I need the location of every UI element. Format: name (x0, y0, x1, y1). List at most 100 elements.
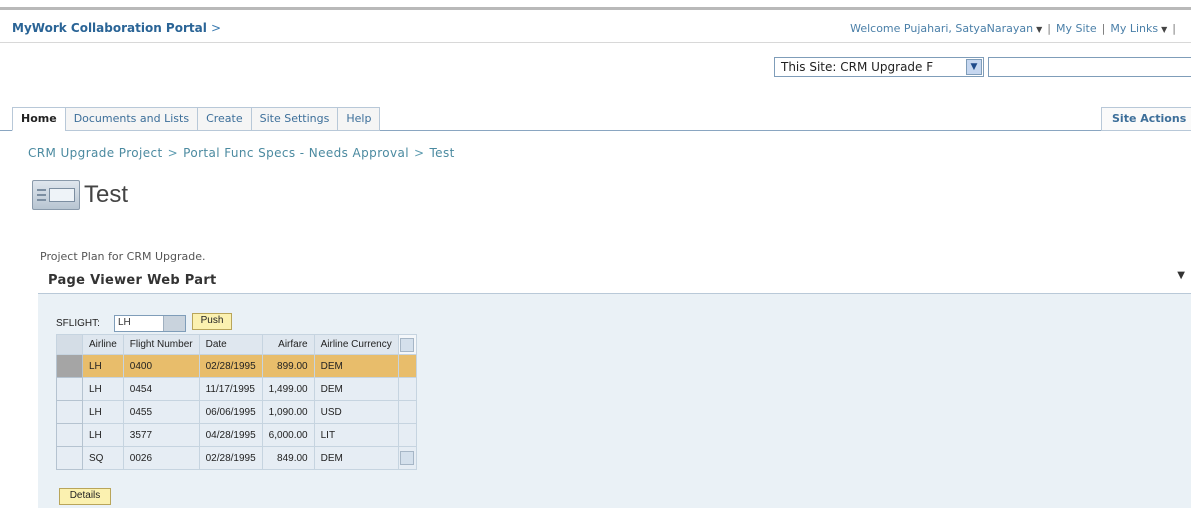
portal-brand-link[interactable]: MyWork Collaboration Portal > (12, 21, 221, 35)
breadcrumb-item[interactable]: CRM Upgrade Project (28, 146, 163, 160)
cell-airline: LH (82, 423, 124, 447)
page-icon-window (49, 188, 75, 202)
row-selector[interactable] (56, 423, 83, 447)
my-links-menu[interactable]: My Links ▼ (1110, 22, 1167, 35)
cell-airline: LH (82, 377, 124, 401)
cell-currency: DEM (313, 377, 399, 401)
cell-date: 04/28/1995 (198, 423, 263, 447)
cell-date: 02/28/1995 (198, 446, 263, 470)
breadcrumb-current: Test (429, 146, 455, 160)
sflight-label: SFLIGHT: (56, 318, 100, 329)
separator: | (1101, 22, 1106, 35)
cell-airfare: 1,090.00 (261, 400, 315, 424)
search-row: This Site: CRM Upgrade F ▼ (0, 44, 1191, 104)
flight-table: Airline Flight Number Date Airfare Airli… (56, 334, 417, 470)
site-actions-menu[interactable]: Site Actions (1101, 107, 1191, 131)
search-scope-value: This Site: CRM Upgrade F (781, 60, 934, 74)
separator: | (1047, 22, 1052, 35)
scrollbar-track[interactable] (397, 400, 417, 424)
page-description: Project Plan for CRM Upgrade. (40, 250, 206, 263)
cell-airline: SQ (82, 446, 124, 470)
table-row[interactable]: LH 3577 04/28/1995 6,000.00 LIT (56, 423, 417, 447)
column-header-flight-number[interactable]: Flight Number (122, 334, 200, 355)
row-selector[interactable] (56, 354, 83, 378)
breadcrumb-item[interactable]: Portal Func Specs - Needs Approval (183, 146, 409, 160)
scroll-up-button[interactable] (400, 337, 415, 352)
cell-flight-number: 0454 (122, 377, 200, 401)
user-menu-area: Welcome Pujahari, SatyaNarayan ▼ | My Site |… (850, 22, 1181, 35)
details-button[interactable]: Details (59, 488, 111, 505)
breadcrumb-separator: > (167, 146, 179, 160)
row-selector[interactable] (56, 400, 83, 424)
welcome-user-menu[interactable]: Welcome Pujahari, SatyaNarayan ▼ (850, 22, 1042, 35)
push-button[interactable]: Push (192, 313, 232, 330)
page-icon (32, 180, 80, 210)
brand-arrow: > (211, 21, 222, 35)
scrollbar-bottom[interactable] (397, 446, 417, 470)
scrollbar-top[interactable] (397, 334, 417, 355)
tab-documents-and-lists[interactable]: Documents and Lists (64, 107, 198, 131)
tab-home[interactable]: Home (12, 107, 65, 131)
column-header-airfare[interactable]: Airfare (261, 334, 315, 355)
web-part-title: Page Viewer Web Part (48, 273, 217, 288)
portal-header: MyWork Collaboration Portal > Welcome Pu… (0, 13, 1191, 43)
my-links-label: My Links (1110, 22, 1159, 35)
table-row[interactable]: LH 0454 11/17/1995 1,499.00 DEM (56, 377, 417, 401)
cell-currency: USD (313, 400, 399, 424)
cell-currency: LIT (313, 423, 399, 447)
column-header-airline[interactable]: Airline (82, 334, 124, 355)
portal-brand-label: MyWork Collaboration Portal (12, 21, 207, 35)
cell-airfare: 1,499.00 (261, 377, 315, 401)
cell-date: 11/17/1995 (198, 377, 263, 401)
chevron-down-icon[interactable]: ▼ (966, 59, 982, 75)
my-site-link[interactable]: My Site (1056, 22, 1097, 35)
tab-help[interactable]: Help (337, 107, 381, 131)
cell-flight-number: 0026 (122, 446, 200, 470)
row-selector[interactable] (56, 446, 83, 470)
search-input[interactable] (988, 57, 1191, 77)
breadcrumb-separator: > (414, 146, 425, 160)
web-part-menu-icon[interactable]: ▼ (1177, 270, 1185, 281)
scroll-down-button[interactable] (400, 451, 415, 465)
page-title: Test (84, 181, 129, 208)
page-viewer-web-part: Page Viewer Web Part ▼ SFLIGHT: LH Push … (38, 268, 1191, 508)
page-icon-line (37, 199, 46, 201)
separator: | (1172, 22, 1176, 35)
breadcrumb: CRM Upgrade Project > Portal Func Specs - … (28, 146, 455, 160)
cell-date: 06/06/1995 (198, 400, 263, 424)
table-header-row: Airline Flight Number Date Airfare Airli… (56, 334, 417, 355)
tab-create[interactable]: Create (197, 107, 251, 131)
sflight-input[interactable]: LH (114, 315, 186, 332)
cell-flight-number: 0400 (122, 354, 200, 378)
row-selector[interactable] (56, 377, 83, 401)
search-scope-select[interactable]: This Site: CRM Upgrade F ▼ (774, 57, 984, 77)
cell-flight-number: 3577 (122, 423, 200, 447)
scrollbar-track[interactable] (397, 354, 417, 378)
chevron-down-icon: ▼ (1036, 24, 1043, 34)
column-header-date[interactable]: Date (198, 334, 263, 355)
column-header-airline-currency[interactable]: Airline Currency (313, 334, 399, 355)
sflight-value: LH (118, 317, 131, 328)
top-strip (0, 0, 1191, 10)
cell-currency: DEM (313, 354, 399, 378)
cell-flight-number: 0455 (122, 400, 200, 424)
cell-airline: LH (82, 400, 124, 424)
cell-currency: DEM (313, 446, 399, 470)
tab-site-settings[interactable]: Site Settings (250, 107, 338, 131)
top-nav-bar: Home Documents and Lists Create Site Set… (0, 107, 1191, 131)
web-part-body: SFLIGHT: LH Push Airline Flight Number D… (38, 294, 1191, 508)
cell-airfare: 899.00 (261, 354, 315, 378)
page-icon-line (37, 194, 46, 196)
scrollbar-track[interactable] (397, 423, 417, 447)
select-all-cell[interactable] (56, 334, 83, 355)
table-row[interactable]: LH 0400 02/28/1995 899.00 DEM (56, 354, 417, 378)
table-row[interactable]: LH 0455 06/06/1995 1,090.00 USD (56, 400, 417, 424)
nav-tabs: Home Documents and Lists Create Site Set… (12, 107, 381, 131)
cell-airfare: 849.00 (261, 446, 315, 470)
cell-date: 02/28/1995 (198, 354, 263, 378)
value-help-button[interactable] (163, 316, 185, 331)
table-row[interactable]: SQ 0026 02/28/1995 849.00 DEM (56, 446, 417, 470)
scrollbar-track[interactable] (397, 377, 417, 401)
welcome-label: Welcome Pujahari, SatyaNarayan (850, 22, 1034, 35)
cell-airfare: 6,000.00 (261, 423, 315, 447)
